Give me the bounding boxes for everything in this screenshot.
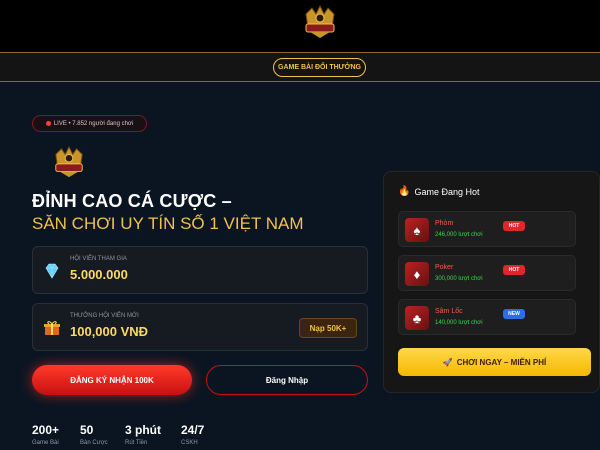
hot-badge: HOT bbox=[503, 221, 525, 231]
top-bar bbox=[0, 0, 600, 52]
live-dot-icon bbox=[45, 121, 51, 126]
game-item-poker[interactable]: ♦ Poker 300,000 lượt chơi HOT bbox=[398, 255, 576, 291]
cards-icon: ♣ bbox=[405, 306, 429, 330]
hot-games-title: 🔥 Game Đang Hot bbox=[398, 186, 479, 197]
members-value: 5.000.000 bbox=[70, 267, 128, 282]
gift-icon bbox=[43, 319, 61, 337]
members-card: HỘI VIÊN THAM GIA 5.000.000 bbox=[32, 246, 368, 294]
bonus-card: THƯỞNG HỘI VIÊN MỚI 100,000 VNĐ Nạp 50K+ bbox=[32, 303, 368, 351]
play-now-button[interactable]: 🚀 CHƠI NGAY – MIỄN PHÍ bbox=[398, 348, 591, 376]
deposit-button[interactable]: Nạp 50K+ bbox=[299, 318, 357, 338]
rocket-icon: 🚀 bbox=[442, 357, 453, 367]
game-plays: 140,000 lượt chơi bbox=[435, 320, 483, 326]
stat-value: 200+ bbox=[32, 423, 60, 437]
headline-line-1: ĐỈNH CAO CÁ CƯỢC – bbox=[32, 191, 232, 211]
stat-value: 3 phút bbox=[125, 423, 161, 437]
poker-chip-icon: ♦ bbox=[405, 262, 429, 286]
hot-badge: HOT bbox=[503, 265, 525, 275]
play-now-label: CHƠI NGAY – MIỄN PHÍ bbox=[456, 357, 547, 367]
hot-games-panel: 🔥 Game Đang Hot ♠ Phỏm 246,000 lượt chơi… bbox=[383, 171, 600, 393]
live-players-badge: LIVE • 7.852 người đang chơi bbox=[32, 115, 147, 132]
bonus-value: 100,000 VNĐ bbox=[70, 324, 149, 339]
login-button[interactable]: Đăng Nhập bbox=[206, 365, 368, 395]
nav-bar: GAME BÀI ĐỔI THƯỞNG bbox=[0, 52, 600, 82]
game-item-sam-loc[interactable]: ♣ Sâm Lốc 140,000 lượt chơi NEW bbox=[398, 299, 576, 335]
game-name: Phỏm bbox=[435, 220, 454, 227]
game-plays: 246,000 lượt chơi bbox=[435, 232, 483, 238]
game-name: Poker bbox=[435, 264, 454, 271]
live-text: LIVE • 7.852 người đang chơi bbox=[53, 120, 134, 127]
stat-support: 24/7 CSKH bbox=[181, 423, 204, 446]
nav-pill-game-bai[interactable]: GAME BÀI ĐỔI THƯỞNG bbox=[273, 58, 366, 77]
game-item-phom[interactable]: ♠ Phỏm 246,000 lượt chơi HOT bbox=[398, 211, 576, 247]
stat-tables: 50 Bàn Cược bbox=[80, 423, 108, 446]
members-label: HỘI VIÊN THAM GIA bbox=[70, 256, 127, 262]
game-plays: 300,000 lượt chơi bbox=[435, 276, 483, 282]
brand-logo[interactable] bbox=[302, 4, 338, 40]
stat-label: Rút Tiền bbox=[125, 440, 148, 446]
game-name: Sâm Lốc bbox=[435, 308, 463, 315]
stat-value: 24/7 bbox=[181, 423, 205, 437]
stat-label: Game Bài bbox=[32, 440, 59, 446]
new-badge: NEW bbox=[503, 309, 525, 319]
stat-value: 50 bbox=[80, 423, 94, 437]
stat-withdraw: 3 phút Rút Tiền bbox=[125, 423, 161, 446]
fire-icon: 🔥 bbox=[398, 186, 411, 197]
headline-line-2: SĂN CHƠI UY TÍN SỐ 1 VIỆT NAM bbox=[32, 214, 304, 233]
hero-logo bbox=[55, 145, 83, 178]
stat-label: CSKH bbox=[181, 440, 198, 446]
hot-games-title-text: Game Đang Hot bbox=[414, 186, 480, 197]
stat-label: Bàn Cược bbox=[80, 440, 108, 446]
stat-games: 200+ Game Bài bbox=[32, 423, 59, 446]
cards-icon: ♠ bbox=[405, 218, 429, 242]
register-button[interactable]: ĐĂNG KÝ NHẬN 100K bbox=[32, 365, 192, 395]
diamond-icon bbox=[43, 262, 61, 280]
bonus-label: THƯỞNG HỘI VIÊN MỚI bbox=[70, 313, 139, 319]
